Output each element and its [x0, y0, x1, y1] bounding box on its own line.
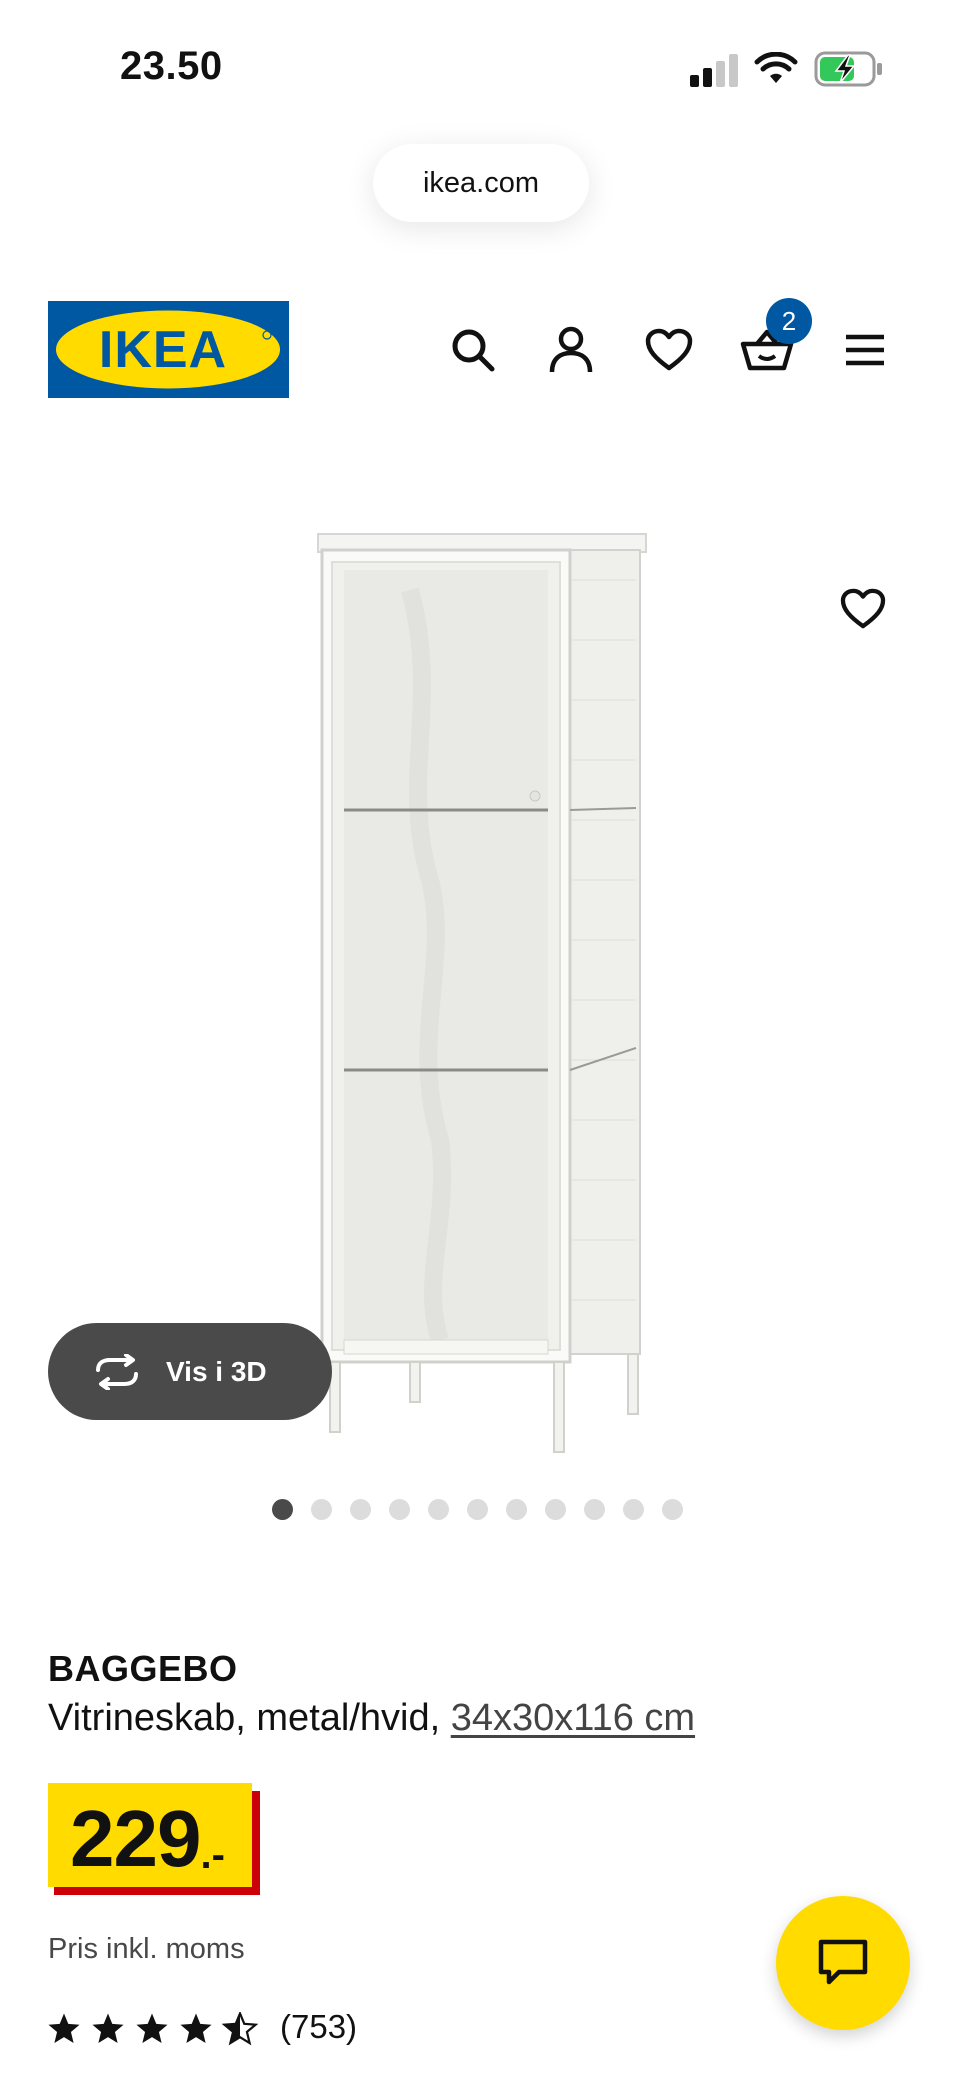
carousel-dot[interactable]	[272, 1498, 293, 1520]
chat-button[interactable]	[776, 1896, 910, 2030]
user-icon	[549, 326, 593, 373]
carousel-dot[interactable]	[428, 1498, 449, 1520]
carousel-dot[interactable]	[389, 1498, 410, 1520]
wifi-icon	[754, 52, 798, 83]
product-type: Vitrineskab, metal/hvid,	[48, 1697, 441, 1739]
rotate-3d-icon	[96, 1353, 138, 1390]
heart-icon	[840, 588, 886, 629]
star-full-icon	[136, 2013, 168, 2044]
carousel-dot[interactable]	[350, 1498, 371, 1520]
account-button[interactable]	[541, 320, 601, 380]
star-half-icon	[222, 2012, 258, 2046]
price-tag: 229 .-	[48, 1783, 260, 1903]
heart-icon	[645, 328, 693, 371]
svg-text:IKEA: IKEA	[99, 321, 227, 379]
view-in-3d-label: Vis i 3D	[166, 1355, 267, 1387]
battery-charging-icon	[814, 51, 882, 87]
favourites-button[interactable]	[639, 320, 699, 380]
address-bar[interactable]: ikea.com	[373, 144, 589, 222]
address-bar-url: ikea.com	[422, 166, 540, 199]
price-integer: 229	[70, 1794, 201, 1883]
vat-note: Pris inkl. moms	[48, 1933, 245, 1965]
image-carousel-indicator	[272, 1498, 683, 1520]
menu-button[interactable]	[835, 320, 895, 380]
carousel-dot[interactable]	[311, 1498, 332, 1520]
chat-icon	[818, 1939, 868, 1985]
rating-stars[interactable]	[46, 2012, 258, 2046]
star-full-icon	[48, 2013, 80, 2044]
carousel-dot[interactable]	[662, 1498, 683, 1520]
price-tag-box: 229 .-	[48, 1783, 252, 1887]
carousel-dot[interactable]	[467, 1498, 488, 1520]
carousel-dot[interactable]	[584, 1498, 605, 1520]
status-time: 23.50	[120, 44, 223, 88]
rating-count[interactable]: (753)	[280, 2008, 357, 2046]
view-in-3d-button[interactable]: Vis i 3D	[48, 1323, 332, 1420]
search-icon	[452, 329, 495, 372]
carousel-dot[interactable]	[506, 1498, 527, 1520]
product-name: BAGGEBO	[48, 1648, 238, 1689]
product-description: Vitrineskab, metal/hvid, 34x30x116 cm	[48, 1697, 695, 1740]
star-full-icon	[92, 2013, 124, 2044]
star-full-icon	[180, 2013, 212, 2044]
carousel-dot[interactable]	[545, 1498, 566, 1520]
carousel-dot[interactable]	[623, 1498, 644, 1520]
product-image[interactable]	[300, 520, 660, 1460]
add-to-favourites-button[interactable]	[832, 578, 894, 640]
price-suffix: .-	[200, 1833, 225, 1877]
cellular-signal-icon	[690, 54, 738, 87]
cart-count-badge: 2	[766, 298, 812, 344]
menu-icon	[846, 334, 884, 366]
search-button[interactable]	[443, 320, 503, 380]
ikea-logo[interactable]: IKEA	[48, 301, 289, 398]
product-size-link[interactable]: 34x30x116 cm	[451, 1697, 695, 1739]
